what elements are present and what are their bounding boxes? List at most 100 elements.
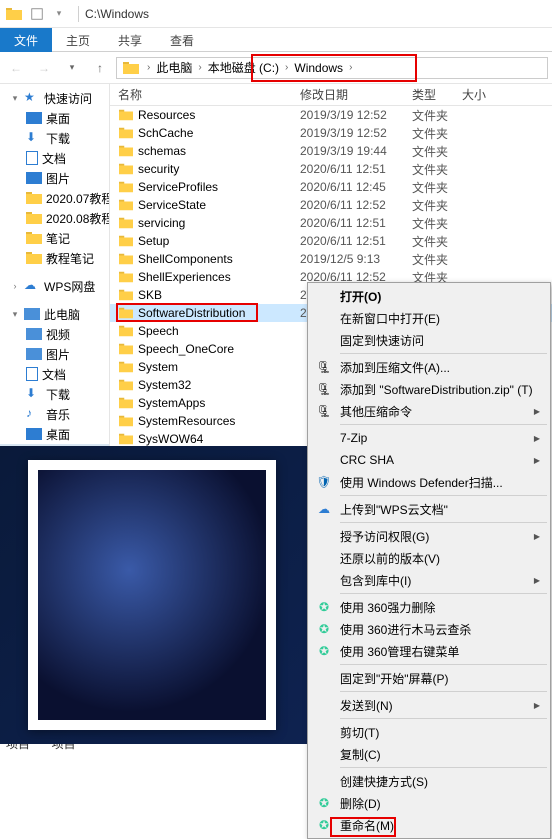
file-name: ServiceState <box>138 198 206 212</box>
video-icon <box>26 328 42 340</box>
folder-icon <box>6 6 22 22</box>
breadcrumb-drive[interactable]: 本地磁盘 (C:) <box>206 58 281 78</box>
qat-icon[interactable] <box>28 5 46 23</box>
sidebar-documents[interactable]: 文档 <box>0 148 109 168</box>
sidebar-folder-tut08[interactable]: 2020.08教程 <box>0 208 109 228</box>
table-row[interactable]: security2020/6/11 12:51文件夹 <box>110 160 552 178</box>
ctx-360-delete[interactable]: ✪使用 360强力删除 <box>310 596 548 618</box>
table-row[interactable]: servicing2020/6/11 12:51文件夹 <box>110 214 552 232</box>
ctx-defender-scan[interactable]: 🛡使用 Windows Defender扫描... <box>310 471 548 493</box>
file-name: System32 <box>138 378 191 392</box>
sidebar-videos[interactable]: 视频 <box>0 324 109 344</box>
table-row[interactable]: ServiceState2020/6/11 12:52文件夹 <box>110 196 552 214</box>
ctx-delete[interactable]: ✪删除(D) <box>310 792 548 814</box>
ctx-open-new-window[interactable]: 在新窗口中打开(E) <box>310 307 548 329</box>
table-row[interactable]: Resources2019/3/19 12:52文件夹 <box>110 106 552 124</box>
ctx-wps-upload[interactable]: ☁上传到"WPS云文档" <box>310 498 548 520</box>
qat-dropdown-icon[interactable]: ▾ <box>50 5 68 23</box>
tab-share[interactable]: 共享 <box>104 28 156 52</box>
sidebar-folder-tut07[interactable]: 2020.07教程 <box>0 188 109 208</box>
ctx-add-to-zip[interactable]: 🗜添加到压缩文件(A)... <box>310 356 548 378</box>
tab-home[interactable]: 主页 <box>52 28 104 52</box>
ctx-send-to[interactable]: 发送到(N) <box>310 694 548 716</box>
sidebar-wps[interactable]: ›☁WPS网盘 <box>0 276 109 296</box>
ctx-crc-sha[interactable]: CRC SHA <box>310 449 548 471</box>
shield-icon: 🛡 <box>316 474 332 490</box>
folder-icon <box>118 198 134 212</box>
desktop-icon <box>26 428 42 440</box>
document-icon <box>26 151 38 165</box>
ctx-360-menu[interactable]: ✪使用 360管理右键菜单 <box>310 640 548 662</box>
desktop-icon <box>26 112 42 124</box>
ctx-open[interactable]: 打开(O) <box>310 285 548 307</box>
table-row[interactable]: schemas2019/3/19 19:44文件夹 <box>110 142 552 160</box>
ctx-copy[interactable]: 复制(C) <box>310 743 548 765</box>
table-row[interactable]: ShellComponents2019/12/5 9:13文件夹 <box>110 250 552 268</box>
col-date[interactable]: 修改日期 <box>300 86 412 103</box>
ctx-360-virus[interactable]: ✪使用 360进行木马云查杀 <box>310 618 548 640</box>
up-button[interactable]: ↑ <box>88 56 112 80</box>
chevron-right-icon[interactable]: › <box>281 62 292 73</box>
sidebar-folder-tutnotes[interactable]: 教程笔记 <box>0 248 109 268</box>
chevron-right-icon[interactable]: › <box>345 62 356 73</box>
ctx-7zip[interactable]: 7-Zip <box>310 427 548 449</box>
ctx-create-shortcut[interactable]: 创建快捷方式(S) <box>310 770 548 792</box>
ctx-rename[interactable]: ✪重命名(M) <box>310 814 548 836</box>
context-menu: 打开(O) 在新窗口中打开(E) 固定到快速访问 🗜添加到压缩文件(A)... … <box>307 282 551 839</box>
picture-icon <box>26 348 42 360</box>
ctx-other-zip[interactable]: 🗜其他压缩命令 <box>310 400 548 422</box>
folder-icon <box>118 288 134 302</box>
tab-view[interactable]: 查看 <box>156 28 208 52</box>
col-name[interactable]: 名称 <box>110 86 300 103</box>
table-row[interactable]: SchCache2019/3/19 12:52文件夹 <box>110 124 552 142</box>
file-date: 2020/6/11 12:51 <box>300 162 412 176</box>
breadcrumb[interactable]: › 此电脑 › 本地磁盘 (C:) › Windows › <box>116 57 548 79</box>
folder-icon <box>26 250 42 266</box>
sidebar-pictures[interactable]: 图片 <box>0 168 109 188</box>
table-row[interactable]: Setup2020/6/11 12:51文件夹 <box>110 232 552 250</box>
breadcrumb-folder[interactable]: Windows <box>292 58 345 78</box>
sidebar-documents2[interactable]: 文档 <box>0 364 109 384</box>
file-type: 文件夹 <box>412 179 462 196</box>
file-name: SKB <box>138 288 162 302</box>
folder-icon <box>118 396 134 410</box>
ctx-add-to-named-zip[interactable]: 🗜添加到 "SoftwareDistribution.zip" (T) <box>310 378 548 400</box>
table-row[interactable]: ServiceProfiles2020/6/11 12:45文件夹 <box>110 178 552 196</box>
file-name: System <box>138 360 178 374</box>
file-name: schemas <box>138 144 186 158</box>
ctx-pin-start[interactable]: 固定到"开始"屏幕(P) <box>310 667 548 689</box>
sidebar-pictures2[interactable]: 图片 <box>0 344 109 364</box>
sidebar-folder-notes[interactable]: 笔记 <box>0 228 109 248</box>
sidebar-downloads[interactable]: ⬇下载 <box>0 128 109 148</box>
ctx-pin-quick[interactable]: 固定到快速访问 <box>310 329 548 351</box>
ctx-grant-access[interactable]: 授予访问权限(G) <box>310 525 548 547</box>
sidebar-desktop2[interactable]: 桌面 <box>0 424 109 444</box>
col-size[interactable]: 大小 <box>462 86 552 103</box>
file-type: 文件夹 <box>412 197 462 214</box>
folder-icon <box>118 270 134 284</box>
ctx-include-library[interactable]: 包含到库中(I) <box>310 569 548 591</box>
360-icon: ✪ <box>316 795 332 811</box>
separator <box>340 691 547 692</box>
file-date: 2020/6/11 12:51 <box>300 216 412 230</box>
360-icon: ✪ <box>316 599 332 615</box>
ctx-cut[interactable]: 剪切(T) <box>310 721 548 743</box>
sidebar-thispc[interactable]: ▾此电脑 <box>0 304 109 324</box>
folder-icon <box>118 324 134 338</box>
sidebar-quick-access[interactable]: ▾★快速访问 <box>0 88 109 108</box>
tab-file[interactable]: 文件 <box>0 28 52 52</box>
title-bar: ▾ C:\Windows <box>0 0 552 28</box>
recent-dropdown[interactable]: ▾ <box>60 56 84 80</box>
sidebar-downloads2[interactable]: ⬇下载 <box>0 384 109 404</box>
col-type[interactable]: 类型 <box>412 86 462 103</box>
forward-button[interactable]: → <box>32 56 56 80</box>
sidebar-music[interactable]: ♪音乐 <box>0 404 109 424</box>
breadcrumb-pc[interactable]: 此电脑 <box>154 58 194 78</box>
folder-icon <box>118 144 134 158</box>
chevron-right-icon[interactable]: › <box>194 62 205 73</box>
back-button[interactable]: ← <box>4 56 28 80</box>
chevron-right-icon[interactable]: › <box>143 62 154 73</box>
ctx-restore-prev[interactable]: 还原以前的版本(V) <box>310 547 548 569</box>
sidebar-desktop[interactable]: 桌面 <box>0 108 109 128</box>
nav-row: ← → ▾ ↑ › 此电脑 › 本地磁盘 (C:) › Windows › <box>0 52 552 84</box>
